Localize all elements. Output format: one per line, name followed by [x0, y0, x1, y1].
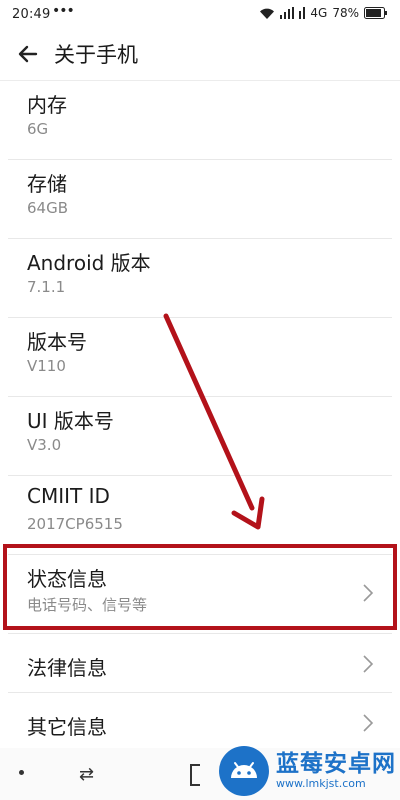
list-item-ui-version[interactable]: UI 版本号 V3.0 — [8, 397, 392, 476]
watermark-url: www.lmkjst.com — [276, 776, 366, 790]
item-label: 法律信息 — [27, 656, 107, 680]
wifi-icon — [259, 7, 275, 20]
item-value: V110 — [27, 357, 66, 375]
item-value: 7.1.1 — [27, 278, 66, 296]
item-label: UI 版本号 — [27, 409, 114, 433]
item-label: 版本号 — [27, 330, 87, 354]
watermark: 蓝莓安卓网 www.lmkjst.com — [212, 742, 400, 800]
item-label: 内存 — [27, 93, 67, 117]
nav-switch-icon[interactable]: ⇄ — [79, 764, 94, 785]
item-label: Android 版本 — [27, 251, 151, 275]
item-value: 64GB — [27, 199, 69, 217]
item-label: 其它信息 — [27, 715, 107, 739]
signal-icon-2 — [299, 7, 306, 19]
title-bar: 关于手机 — [0, 30, 400, 81]
nav-menu-dot-icon[interactable] — [19, 770, 24, 775]
watermark-name: 蓝莓安卓网 — [276, 751, 396, 778]
watermark-logo-icon — [218, 745, 270, 797]
status-right: 4G 78% — [259, 6, 388, 20]
status-bar: 20:49 ••• 4G 78% — [0, 0, 400, 30]
item-label: CMIIT ID — [27, 484, 110, 508]
about-phone-screen: 20:49 ••• 4G 78% 关于手机 内存 6G 存储 64GB Andr… — [0, 0, 400, 800]
list-item-android-version[interactable]: Android 版本 7.1.1 — [8, 239, 392, 318]
battery-icon — [364, 7, 388, 19]
list-item-legal-info[interactable]: 法律信息 — [8, 634, 392, 693]
status-time: 20:49 — [12, 7, 51, 22]
notification-dots: ••• — [52, 3, 75, 19]
network-type: 4G — [310, 6, 328, 20]
chevron-right-icon — [362, 654, 374, 674]
settings-list: 内存 6G 存储 64GB Android 版本 7.1.1 版本号 V110 … — [0, 81, 400, 753]
list-item-memory[interactable]: 内存 6G — [8, 81, 392, 160]
list-item-storage[interactable]: 存储 64GB — [8, 160, 392, 239]
list-item-build-number[interactable]: 版本号 V110 — [8, 318, 392, 397]
nav-home-icon[interactable] — [190, 764, 200, 786]
item-value: V3.0 — [27, 436, 62, 454]
chevron-right-icon — [362, 713, 374, 733]
item-value: 2017CP6515 — [27, 515, 123, 533]
battery-percent: 78% — [332, 6, 359, 20]
item-label: 存储 — [27, 172, 67, 196]
watermark-text: 蓝莓安卓网 www.lmkjst.com — [276, 751, 396, 790]
item-value: 6G — [27, 120, 49, 138]
back-arrow-icon[interactable] — [16, 42, 40, 66]
signal-icon — [280, 7, 295, 19]
page-title: 关于手机 — [54, 43, 138, 67]
highlight-box — [3, 544, 397, 630]
